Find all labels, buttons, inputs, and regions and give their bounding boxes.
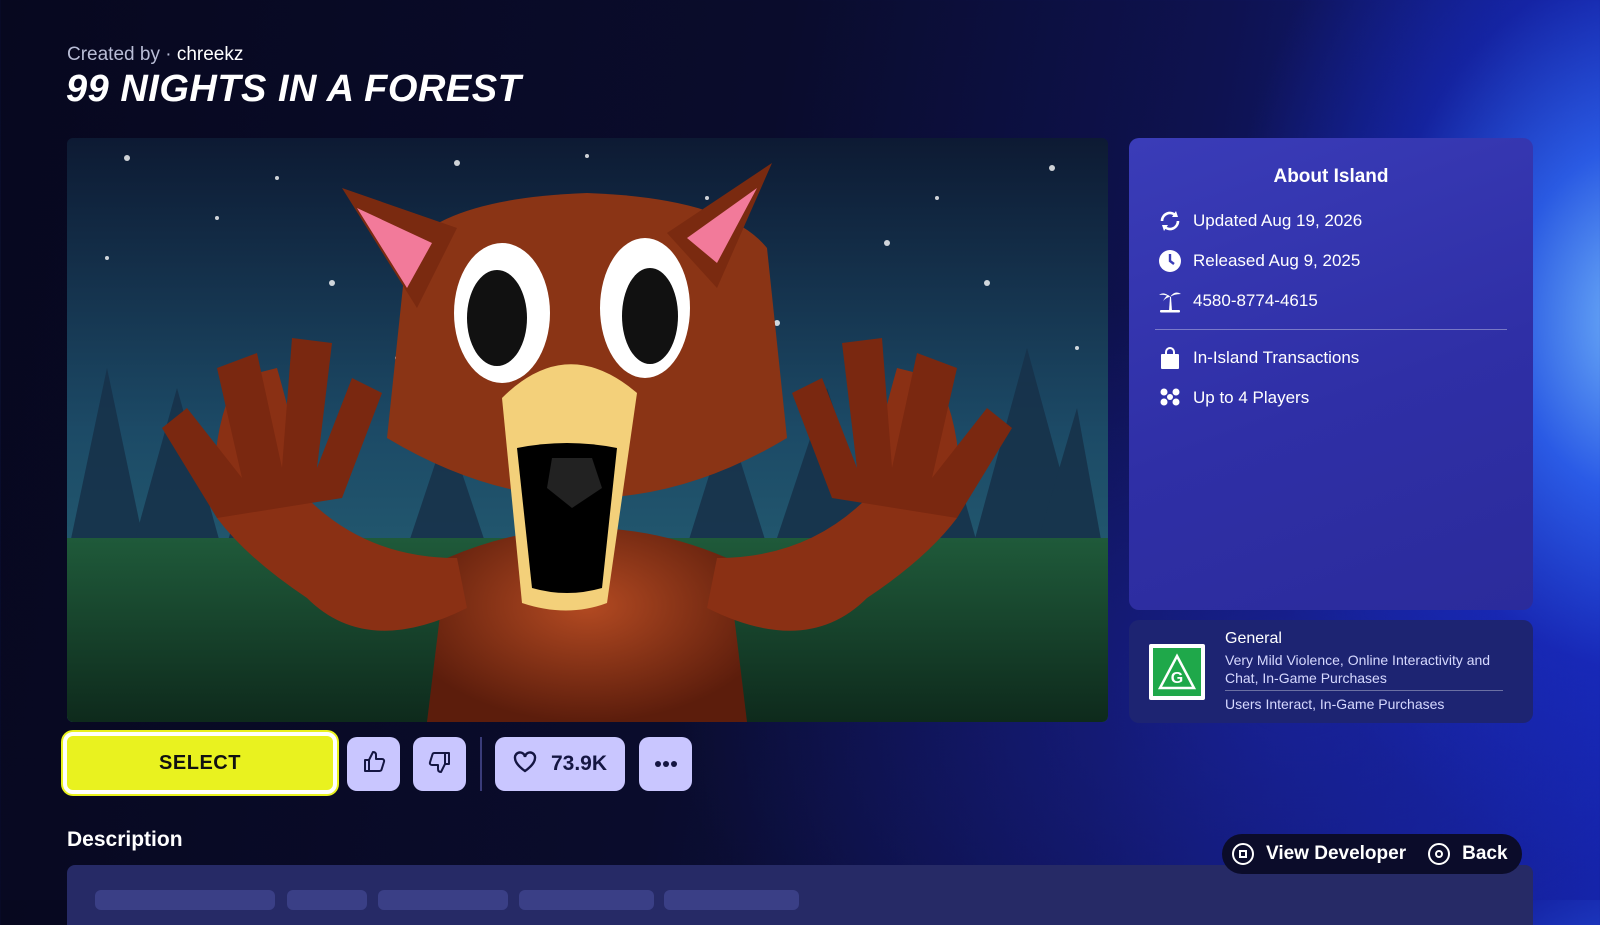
island-hero-image: [67, 138, 1108, 722]
more-options-button[interactable]: [639, 737, 692, 791]
thumbs-down-icon: [428, 750, 452, 779]
players-icon: [1157, 385, 1183, 411]
island-code-text: 4580-8774-4615: [1193, 291, 1318, 310]
island-icon: [1157, 288, 1183, 314]
age-rating-panel: G General Very Mild Violence, Online Int…: [1129, 620, 1533, 723]
circle-button-icon: [1428, 843, 1451, 865]
tag-chip[interactable]: [95, 890, 275, 910]
about-divider: [1155, 329, 1507, 330]
favorites-count: 73.9K: [550, 752, 608, 775]
back-button[interactable]: Back: [1462, 843, 1507, 865]
select-button[interactable]: SELECT: [63, 732, 337, 794]
transactions-text: In-Island Transactions: [1193, 348, 1360, 367]
thumbs-up-icon: [362, 750, 386, 779]
transactions-row: In-Island Transactions: [1157, 345, 1359, 371]
created-by-label: Created by ·: [67, 44, 172, 65]
rating-descriptors: Very Mild Violence, Online Interactivity…: [1225, 652, 1491, 686]
about-island-panel: About Island Updated Aug 19, 2026 Releas…: [1129, 138, 1533, 610]
tag-chip[interactable]: [378, 890, 508, 910]
square-button-icon: [1232, 843, 1254, 865]
rating-badge: G: [1149, 644, 1205, 700]
rating-title: General: [1225, 630, 1282, 647]
refresh-icon: [1157, 208, 1183, 234]
players-row: Up to 4 Players: [1157, 385, 1309, 411]
shopping-bag-icon: [1157, 345, 1183, 371]
players-text: Up to 4 Players: [1193, 388, 1310, 407]
footer-prompts: View Developer Back: [1222, 834, 1522, 874]
rating-interactive-elements: Users Interact, In-Game Purchases: [1225, 696, 1445, 712]
about-island-title: About Island: [1273, 166, 1389, 187]
action-separator: [480, 737, 482, 791]
favorite-button[interactable]: 73.9K: [495, 737, 625, 791]
creator-line: Created by · chreekz: [67, 44, 243, 66]
rating-divider: [1225, 690, 1503, 691]
released-text: Released Aug 9, 2025: [1193, 251, 1361, 270]
more-icon: [654, 755, 678, 773]
island-code-row: 4580-8774-4615: [1157, 288, 1318, 314]
rating-badge-letter: G: [1171, 670, 1183, 687]
tag-chip[interactable]: [664, 890, 799, 910]
tag-chip[interactable]: [519, 890, 654, 910]
released-row: Released Aug 9, 2025: [1157, 248, 1360, 274]
clock-icon: [1157, 248, 1183, 274]
updated-row: Updated Aug 19, 2026: [1157, 208, 1362, 234]
view-developer-button[interactable]: View Developer: [1266, 843, 1406, 865]
heart-icon: [513, 750, 537, 778]
creator-name[interactable]: chreekz: [177, 44, 244, 65]
dislike-button[interactable]: [413, 737, 466, 791]
like-button[interactable]: [347, 737, 400, 791]
description-title: Description: [67, 828, 183, 851]
page-title: 99 NIGHTS IN A FOREST: [66, 68, 522, 110]
tag-chip[interactable]: [287, 890, 367, 910]
updated-text: Updated Aug 19, 2026: [1193, 211, 1363, 230]
